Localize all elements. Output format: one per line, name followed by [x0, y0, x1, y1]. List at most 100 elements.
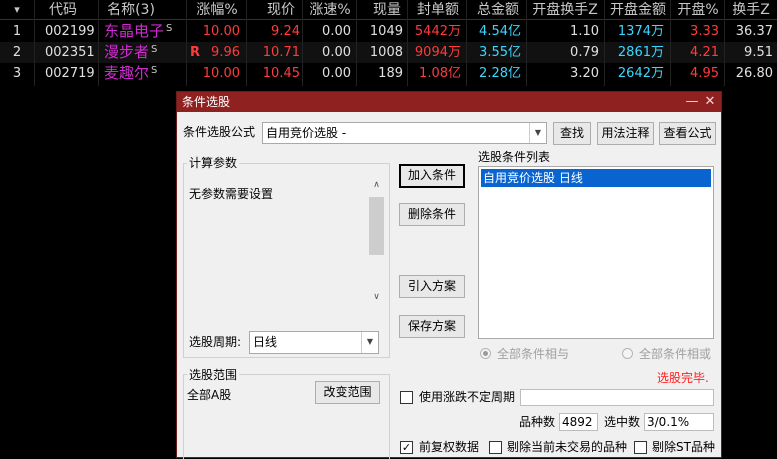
s-badge: S: [166, 23, 173, 34]
col-seal[interactable]: 封单额: [412, 0, 464, 20]
add-condition-button[interactable]: 加入条件: [399, 164, 465, 188]
scroll-up-icon[interactable]: ∧: [368, 177, 385, 194]
speed-pct: 0.00: [322, 24, 351, 39]
stock-name: 麦趣尔 S: [104, 64, 158, 82]
sort-arrow-icon[interactable]: ▾: [4, 0, 30, 20]
table-row[interactable]: 2 002351 漫步者 S R 9.96 10.71 0.00 1008 909…: [0, 42, 777, 63]
col-open-amount[interactable]: 开盘金额: [606, 0, 670, 20]
radio-and[interactable]: [480, 348, 491, 359]
seal-amount: 1.08亿: [419, 66, 461, 81]
period-label: 选股周期:: [189, 335, 242, 349]
params-group-title: 计算参数: [187, 156, 240, 170]
col-volume[interactable]: 现量: [368, 0, 406, 20]
exclude-st-label: 剔除ST品种: [652, 440, 715, 454]
stock-code: 002199: [45, 24, 95, 39]
change-range-button[interactable]: 改变范围: [315, 381, 380, 404]
find-button[interactable]: 查找: [553, 122, 591, 145]
usage-notes-button[interactable]: 用法注释: [597, 122, 654, 145]
condition-selection-dialog: 条件选股 — ✕ 条件选股公式 自用竞价选股 - ▼ 查找 用法注释 查看公式 …: [176, 91, 722, 459]
total-amount: 4.54亿: [479, 24, 521, 39]
col-price[interactable]: 现价: [262, 0, 300, 20]
row-number: 1: [12, 24, 22, 39]
total-amount: 3.55亿: [479, 45, 521, 60]
params-scrollbar[interactable]: ∧ ∨: [368, 177, 385, 306]
volume: 1049: [369, 24, 403, 39]
col-total[interactable]: 总金额: [472, 0, 524, 20]
range-group-title: 选股范围: [187, 368, 240, 382]
s-badge: S: [151, 44, 158, 55]
exclude-st-checkbox[interactable]: [634, 441, 647, 454]
volume: 189: [378, 66, 403, 81]
open-pct: 4.95: [690, 66, 719, 81]
speed-pct: 0.00: [322, 66, 351, 81]
count-value: 4892: [559, 413, 598, 431]
dialog-title: 条件选股: [182, 95, 231, 109]
exclude-untraded-checkbox[interactable]: [489, 441, 502, 454]
status-text: 选股完毕.: [657, 371, 709, 385]
seal-amount: 5442万: [414, 24, 461, 39]
list-item[interactable]: 自用竞价选股 日线: [481, 169, 711, 187]
chevron-down-icon[interactable]: ▼: [529, 123, 546, 143]
close-icon[interactable]: ✕: [701, 92, 719, 112]
col-turnover[interactable]: 换手Z: [728, 0, 774, 20]
minimize-icon[interactable]: —: [683, 92, 701, 112]
import-plan-button[interactable]: 引入方案: [399, 275, 465, 298]
period-range-field[interactable]: [520, 389, 714, 406]
grid-header: ▾ 代码 名称(3) 涨幅% 现价 涨速% 现量 封单额 总金额 开盘换手Z 开…: [0, 0, 777, 20]
turnover: 9.51: [744, 45, 773, 60]
delete-condition-button[interactable]: 删除条件: [399, 203, 465, 226]
formula-select[interactable]: 自用竞价选股 - ▼: [262, 122, 547, 144]
formula-value: 自用竞价选股 -: [266, 126, 347, 140]
price: 10.71: [262, 45, 300, 60]
column-divider: [34, 0, 35, 86]
radio-and-label: 全部条件相与: [497, 347, 570, 361]
period-value: 日线: [253, 335, 278, 349]
open-turnover: 0.79: [570, 45, 599, 60]
seal-amount: 9094万: [414, 45, 461, 60]
adjusted-data-checkbox[interactable]: ✓: [400, 441, 413, 454]
dialog-titlebar[interactable]: 条件选股 — ✕: [177, 92, 721, 112]
open-turnover: 1.10: [570, 24, 599, 39]
open-turnover: 3.20: [570, 66, 599, 81]
change-pct: 10.00: [202, 24, 240, 39]
scroll-down-icon[interactable]: ∨: [368, 289, 385, 306]
open-amount: 2642万: [617, 66, 664, 81]
column-divider: [670, 0, 671, 86]
open-amount: 1374万: [617, 24, 664, 39]
view-formula-button[interactable]: 查看公式: [659, 122, 716, 145]
column-divider: [724, 0, 725, 86]
column-divider: [604, 0, 605, 86]
stock-code: 002351: [45, 45, 95, 60]
stock-code: 002719: [45, 66, 95, 81]
speed-pct: 0.00: [322, 45, 351, 60]
col-code[interactable]: 代码: [38, 0, 88, 20]
formula-label: 条件选股公式: [183, 125, 256, 139]
open-pct: 3.33: [690, 24, 719, 39]
turnover: 36.37: [735, 24, 773, 39]
chevron-down-icon[interactable]: ▼: [361, 332, 378, 353]
volume: 1008: [369, 45, 403, 60]
col-change[interactable]: 涨幅%: [190, 0, 244, 20]
change-pct: 9.96: [211, 45, 240, 60]
col-open-pct[interactable]: 开盘%: [676, 0, 720, 20]
open-amount: 2861万: [617, 45, 664, 60]
conditions-list-label: 选股条件列表: [478, 150, 551, 164]
price: 9.24: [271, 24, 300, 39]
change-pct: 10.00: [202, 66, 240, 81]
col-name[interactable]: 名称(3): [100, 0, 162, 20]
col-speed[interactable]: 涨速%: [306, 0, 354, 20]
table-row[interactable]: 1 002199 东晶电子 S 10.00 9.24 0.00 1049 5442…: [0, 21, 777, 42]
conditions-list[interactable]: 自用竞价选股 日线: [478, 166, 714, 339]
use-period-checkbox[interactable]: [400, 391, 413, 404]
period-select[interactable]: 日线 ▼: [249, 331, 379, 354]
table-row[interactable]: 3 002719 麦趣尔 S 10.00 10.45 0.00 189 1.08亿…: [0, 63, 777, 84]
save-plan-button[interactable]: 保存方案: [399, 315, 465, 338]
col-open-turnover[interactable]: 开盘换手Z: [526, 0, 604, 20]
total-amount: 2.28亿: [479, 66, 521, 81]
stock-name: 东晶电子 S: [104, 22, 173, 40]
column-divider: [98, 0, 99, 86]
column-divider: [186, 0, 187, 86]
adjusted-data-label: 前复权数据: [419, 440, 480, 454]
scroll-thumb[interactable]: [369, 197, 384, 255]
radio-or[interactable]: [622, 348, 633, 359]
